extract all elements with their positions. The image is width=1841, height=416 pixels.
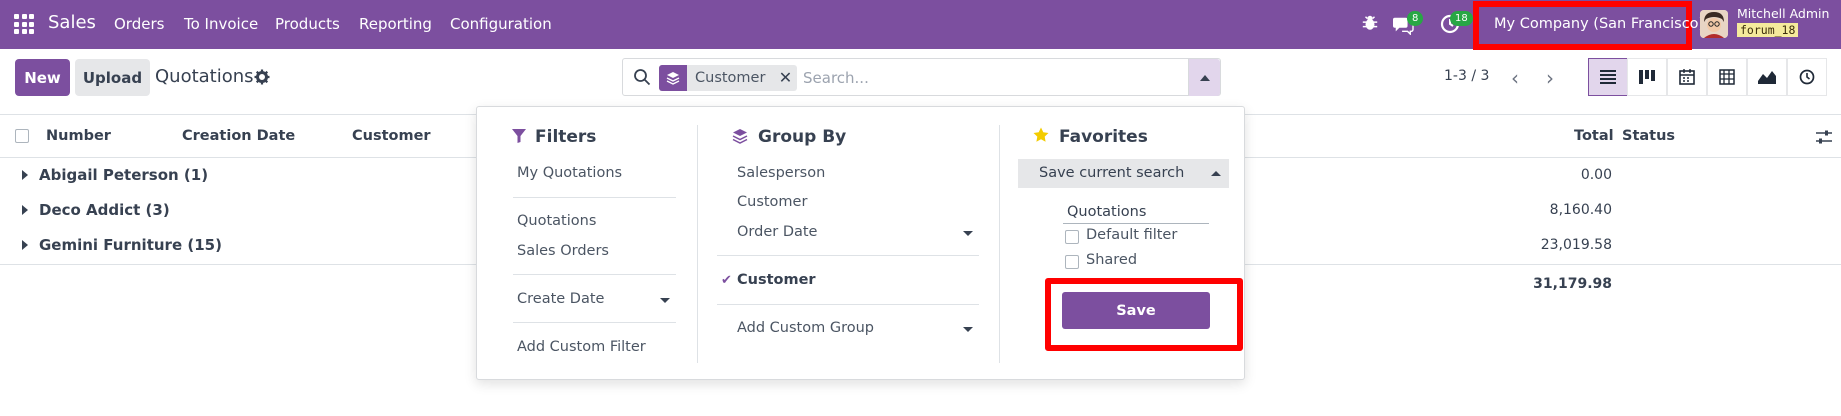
column-status[interactable]: Status: [1622, 128, 1675, 144]
filters-separator: [513, 197, 676, 198]
search-options-toggle[interactable]: [1188, 59, 1220, 96]
filter-quotations[interactable]: Quotations: [517, 213, 596, 229]
group-total: 0.00: [1580, 167, 1612, 183]
shared-checkbox[interactable]: [1065, 255, 1079, 269]
select-all-checkbox[interactable]: [15, 129, 29, 143]
filter-my-quotations[interactable]: My Quotations: [517, 165, 622, 181]
filters-separator: [513, 322, 676, 323]
search-bar: Customer ✕: [622, 58, 1221, 96]
view-graph-icon[interactable]: [1747, 58, 1787, 96]
pager-next-chevron-right-icon[interactable]: ›: [1534, 59, 1566, 96]
menu-reporting[interactable]: Reporting: [359, 15, 432, 33]
page-title: Quotations: [155, 66, 254, 87]
save-current-search-toggle[interactable]: Save current search: [1018, 159, 1229, 188]
filter-create-date[interactable]: Create Date: [517, 291, 604, 307]
facet-label: Customer: [695, 70, 766, 86]
new-button[interactable]: New: [15, 59, 70, 96]
company-switcher[interactable]: My Company (San Francisco): [1494, 16, 1704, 32]
column-customer[interactable]: Customer: [352, 128, 431, 144]
layers-icon: [732, 129, 748, 144]
add-custom-group[interactable]: Add Custom Group: [737, 320, 874, 336]
group-total: 8,160.40: [1549, 202, 1612, 218]
app-name[interactable]: Sales: [48, 12, 96, 33]
menu-orders[interactable]: Orders: [114, 15, 164, 33]
groupby-order-date[interactable]: Order Date: [737, 224, 817, 240]
view-calendar-icon[interactable]: [1667, 58, 1707, 96]
group-label[interactable]: Abigail Peterson (1): [39, 166, 208, 184]
add-custom-filter[interactable]: Add Custom Filter: [517, 339, 646, 355]
facet-remove-close-icon[interactable]: ✕: [773, 65, 797, 91]
search-icon[interactable]: [633, 68, 651, 86]
filters-heading: Filters: [535, 127, 597, 147]
save-favorite-button[interactable]: Save: [1062, 292, 1210, 329]
group-label[interactable]: Deco Addict (3): [39, 201, 170, 219]
view-list-icon[interactable]: [1588, 58, 1628, 96]
default-filter-checkbox[interactable]: [1065, 230, 1079, 244]
user-name[interactable]: Mitchell Admin: [1737, 6, 1829, 21]
apps-menu-icon[interactable]: [14, 14, 34, 34]
chat-badge: 8: [1407, 11, 1424, 26]
filter-sales-orders[interactable]: Sales Orders: [517, 243, 609, 259]
top-navbar: Sales Orders To Invoice Products Reporti…: [0, 0, 1841, 50]
column-separator: [999, 125, 1000, 363]
layers-icon: [659, 65, 687, 91]
groupby-customer[interactable]: Customer: [737, 194, 807, 210]
column-creation-date[interactable]: Creation Date: [182, 128, 295, 144]
groupby-salesperson[interactable]: Salesperson: [737, 165, 825, 181]
column-total[interactable]: Total: [1574, 128, 1614, 144]
pager-previous-chevron-left-icon[interactable]: ‹: [1499, 59, 1531, 96]
grand-total: 31,179.98: [1533, 276, 1612, 292]
group-label[interactable]: Gemini Furniture (15): [39, 236, 222, 254]
groupby-separator: [717, 304, 979, 305]
database-name: forum_18: [1737, 23, 1799, 37]
group-total: 23,019.58: [1540, 237, 1612, 253]
save-current-search-label: Save current search: [1039, 165, 1185, 181]
favorites-heading: Favorites: [1059, 127, 1148, 147]
default-filter-label[interactable]: Default filter: [1086, 227, 1177, 243]
filters-separator: [513, 274, 676, 275]
debug-bug-icon[interactable]: [1361, 14, 1379, 32]
view-pivot-icon[interactable]: [1707, 58, 1747, 96]
view-activity-icon[interactable]: [1787, 58, 1827, 96]
company-switcher-highlight: My Company (San Francisco): [1473, 1, 1704, 50]
group-by-heading: Group By: [758, 127, 847, 147]
check-icon: ✔: [721, 273, 732, 288]
favorite-name-input[interactable]: [1063, 200, 1209, 224]
menu-to-invoice[interactable]: To Invoice: [184, 15, 258, 33]
gear-icon[interactable]: [254, 69, 270, 85]
groupby-separator: [717, 255, 979, 256]
search-input[interactable]: [803, 67, 1123, 89]
avatar[interactable]: [1700, 10, 1728, 38]
menu-products[interactable]: Products: [275, 15, 340, 33]
column-separator: [697, 125, 698, 363]
caret-down-icon: [963, 327, 973, 332]
user-avatar-icon: [1700, 10, 1728, 38]
star-icon: [1033, 127, 1049, 142]
search-facet: Customer ✕: [659, 65, 798, 91]
view-kanban-icon[interactable]: [1627, 58, 1667, 96]
caret-up-icon: [1199, 74, 1210, 81]
pager-value[interactable]: 1-3 / 3: [1444, 68, 1489, 84]
caret-right-icon: [22, 170, 28, 180]
shared-label[interactable]: Shared: [1086, 252, 1137, 268]
optional-columns-sliders-icon[interactable]: [1815, 128, 1833, 146]
groupby-customer-active[interactable]: Customer: [737, 272, 816, 288]
activity-badge: 18: [1450, 11, 1473, 26]
filter-funnel-icon: [512, 129, 526, 143]
upload-button[interactable]: Upload: [75, 59, 150, 96]
menu-configuration[interactable]: Configuration: [450, 15, 552, 33]
caret-down-icon: [660, 298, 670, 303]
caret-right-icon: [22, 240, 28, 250]
caret-down-icon: [963, 231, 973, 236]
column-number[interactable]: Number: [46, 128, 111, 144]
caret-right-icon: [22, 205, 28, 215]
caret-up-icon: [1211, 171, 1221, 176]
